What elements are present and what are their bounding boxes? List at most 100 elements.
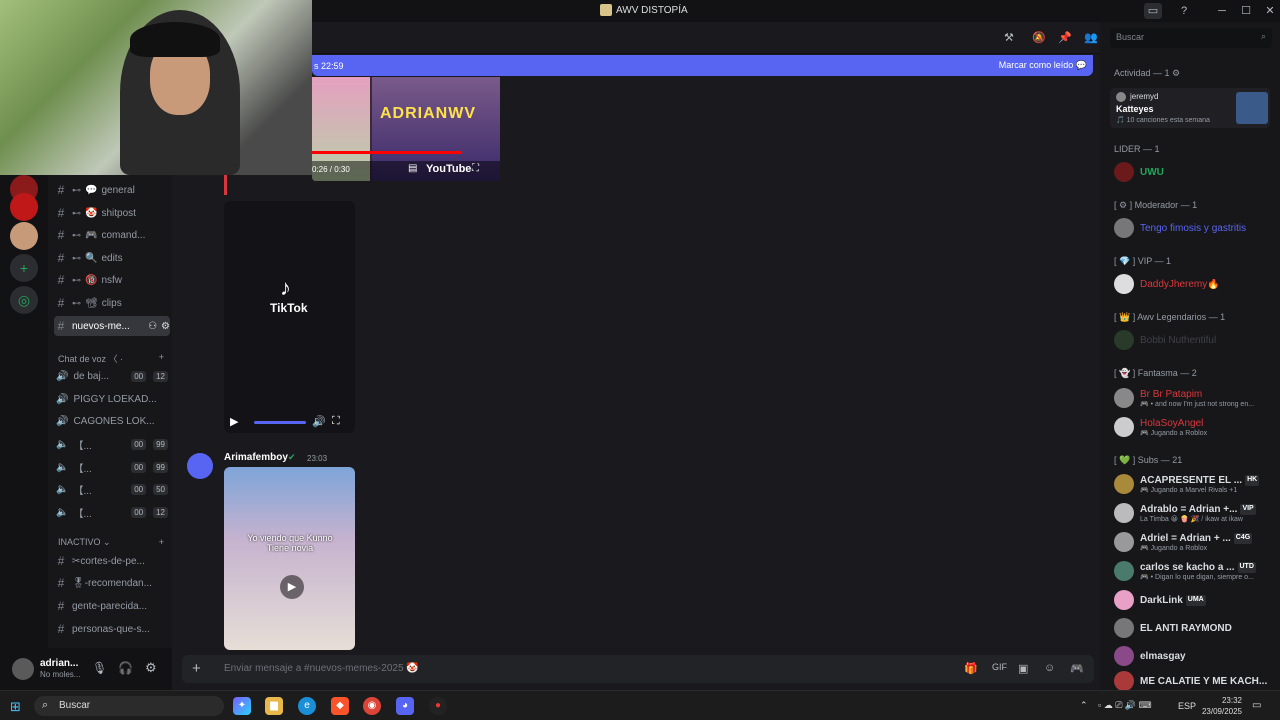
channel-item[interactable]: # gente-parecida... [54, 596, 170, 616]
inbox-icon[interactable]: ▭ [1144, 3, 1162, 19]
app-icon[interactable]: ● [429, 697, 447, 715]
mute-icon[interactable]: 🔕 [1032, 31, 1046, 44]
pin-icon[interactable]: 📌 [1058, 31, 1072, 44]
member-item[interactable]: Br Br Patapim 🎮 • and now I'm just not st… [1114, 384, 1274, 412]
apps-icon[interactable]: 🎮 [1070, 662, 1084, 675]
member-item[interactable]: DarkLink UMA [1114, 588, 1274, 612]
channel-item[interactable]: # ⊷ 🔍 edits [54, 248, 170, 268]
add-member-icon[interactable]: ⚇ [148, 321, 157, 332]
chrome-icon[interactable]: ◉ [363, 697, 381, 715]
member-item[interactable]: elmasgay [1114, 644, 1274, 668]
play-icon[interactable]: ▶ [230, 415, 238, 428]
clock-date[interactable]: 23/09/2025 [1198, 707, 1242, 716]
threads-icon[interactable]: ⚒ [1004, 31, 1014, 44]
clock-time[interactable]: 23:32 [1202, 696, 1242, 705]
gif-icon[interactable]: GIF [992, 662, 1007, 672]
gift-icon[interactable]: 🎁 [964, 662, 978, 675]
member-item[interactable]: ME CALATIE Y ME KACH... [1114, 671, 1274, 691]
fullscreen-icon[interactable]: ⛶ [332, 415, 340, 428]
author-avatar[interactable] [187, 453, 213, 479]
channel-item[interactable]: # ⊷ 🎮 comand... [54, 225, 170, 245]
verified-icon: ✔ [288, 452, 296, 462]
channel-item[interactable]: # ⊷ 📽 clips [54, 293, 170, 313]
member-item[interactable]: Adriel = Adrian + ... C4G 🎮 Jugando a Robl… [1114, 528, 1274, 556]
youtube-embed[interactable]: ADRIANWV 0:26 / 0:30 YouTube ▤ ⛶ [312, 77, 500, 181]
discover-icon[interactable]: ◎ [10, 286, 38, 314]
help-icon[interactable]: ? [1174, 3, 1194, 19]
play-icon[interactable]: ▶ [280, 575, 304, 599]
member-item[interactable]: Bobbi Nuthentiful [1114, 328, 1274, 352]
channel-item[interactable]: # ✂cortes-de-pe... [54, 551, 170, 571]
maximize-button[interactable]: ☐ [1236, 3, 1256, 19]
plus-icon[interactable]: + [159, 352, 164, 365]
inactive-category[interactable]: INACTIVO ⌄ + [58, 537, 164, 548]
member-item[interactable]: carlos se kacho a ... UTD 🎮 • Digan lo que… [1114, 557, 1274, 585]
member-item[interactable]: Tengo fimosis y gastritis [1114, 216, 1274, 240]
hash-icon: # [57, 251, 65, 265]
language-indicator[interactable]: ESP [1178, 701, 1196, 711]
channel-label: comand... [101, 229, 146, 241]
mark-read-button[interactable]: Marcar como leído 💬 [999, 60, 1087, 71]
volume-icon[interactable]: 🔊 [312, 415, 326, 428]
member-item[interactable]: DaddyJheremy🔥 [1114, 272, 1274, 296]
voice-channel[interactable]: 🔈 【... 00 99 [56, 457, 168, 477]
file-explorer-icon[interactable]: ▆ [265, 697, 283, 715]
voice-channel[interactable]: 🔊 PIGGY LOEKAD... [56, 389, 168, 409]
brave-icon[interactable]: ◆ [331, 697, 349, 715]
server-icon[interactable] [10, 222, 38, 250]
member-item[interactable]: HolaSoyAngel 🎮 Jugando a Roblox [1114, 413, 1274, 441]
emoji-icon[interactable]: ☺ [1044, 662, 1055, 674]
activity-card[interactable]: jeremyd Katteyes 🎵 10 canciones esta sem… [1110, 88, 1270, 128]
close-button[interactable]: ✕ [1260, 3, 1280, 19]
headphones-icon[interactable]: 🎧 [118, 661, 133, 675]
mic-icon[interactable]: 🎙 [92, 661, 107, 675]
start-icon[interactable]: ⊞ [10, 699, 21, 715]
captions-icon[interactable]: ▤ [408, 163, 417, 174]
search-input[interactable]: Buscar ⌕ [1110, 28, 1272, 48]
tray-chevron-icon[interactable]: ⌃ [1080, 700, 1088, 711]
voice-channel[interactable]: 🔊 CAGONES LOK... [56, 411, 168, 431]
avatar[interactable] [12, 658, 34, 680]
notification-icon[interactable]: ▭ [1252, 700, 1261, 711]
channel-item[interactable]: # personas-que-s... [54, 619, 170, 639]
member-item[interactable]: EL ANTI RAYMOND [1114, 616, 1274, 640]
volume-bar[interactable] [254, 421, 306, 424]
voice-channel[interactable]: 🔈 【... 00 50 [56, 479, 168, 499]
message-input[interactable]: Enviar mensaje a #nuevos-memes-2025 🤡 [224, 663, 419, 674]
new-messages-banner[interactable]: s 22:59 Marcar como leído 💬 [312, 55, 1093, 76]
attach-icon[interactable]: + [192, 660, 201, 677]
member-item[interactable]: Adrablo = Adrian +... VIP La Timba 😀 🍿 🎉 /… [1114, 499, 1274, 527]
channel-item[interactable]: # 🎖-recomendan... [54, 573, 170, 593]
channel-item[interactable]: # ⊷ 💬 general [54, 180, 170, 200]
sticker-icon[interactable]: ▣ [1018, 662, 1028, 675]
channel-item[interactable]: # ⊷ 🔞 nsfw [54, 270, 170, 290]
voice-channel[interactable]: 🔈 【... 00 12 [56, 502, 168, 522]
progress-bar[interactable] [312, 151, 462, 154]
tiktok-embed[interactable]: ♪ TikTok ▶ 🔊 ⛶ [224, 201, 355, 433]
member-item[interactable]: ACÁPRESENTE EL ... HK 🎮 Jugando a Marvel R… [1114, 470, 1274, 498]
plus-icon[interactable]: + [159, 537, 164, 548]
copilot-icon[interactable]: ✦ [233, 697, 251, 715]
settings-icon[interactable]: ⚙ [145, 660, 157, 676]
channel-item[interactable]: # ⊷ 🤡 shitpost [54, 203, 170, 223]
message-composer[interactable]: + Enviar mensaje a #nuevos-memes-2025 🤡 … [182, 655, 1094, 683]
user-status: No moles... [40, 670, 81, 679]
edge-icon[interactable]: e [298, 697, 316, 715]
member-item[interactable]: UWU [1114, 160, 1274, 184]
voice-category[interactable]: Chat de voz 〈 · + [58, 352, 164, 365]
minimize-button[interactable]: ─ [1212, 3, 1232, 19]
members-icon[interactable]: 👥 [1084, 31, 1098, 44]
voice-channel[interactable]: 🔊 de baj... 00 12 [56, 366, 168, 386]
taskbar-search[interactable]: ⌕ Buscar [34, 696, 224, 716]
gear-icon[interactable]: ⚙ [161, 321, 170, 332]
author-name[interactable]: Arimafemboy [224, 452, 288, 463]
tray-icons[interactable]: ▫ ☁ ⎚ 🔊 ⌨ [1098, 700, 1152, 711]
server-icon[interactable] [10, 193, 38, 221]
discord-icon[interactable]: ◕ [396, 697, 414, 715]
add-server-icon[interactable]: + [10, 254, 38, 282]
fullscreen-icon[interactable]: ⛶ [472, 163, 479, 174]
channel-label: nuevos-me... [72, 320, 130, 332]
channel-item-active[interactable]: # nuevos-me... ⚇ ⚙ [54, 316, 170, 336]
voice-channel[interactable]: 🔈 【... 00 99 [56, 434, 168, 454]
message-video[interactable]: Yo viendo que Kunno Tiene novia ▶ [224, 467, 355, 650]
